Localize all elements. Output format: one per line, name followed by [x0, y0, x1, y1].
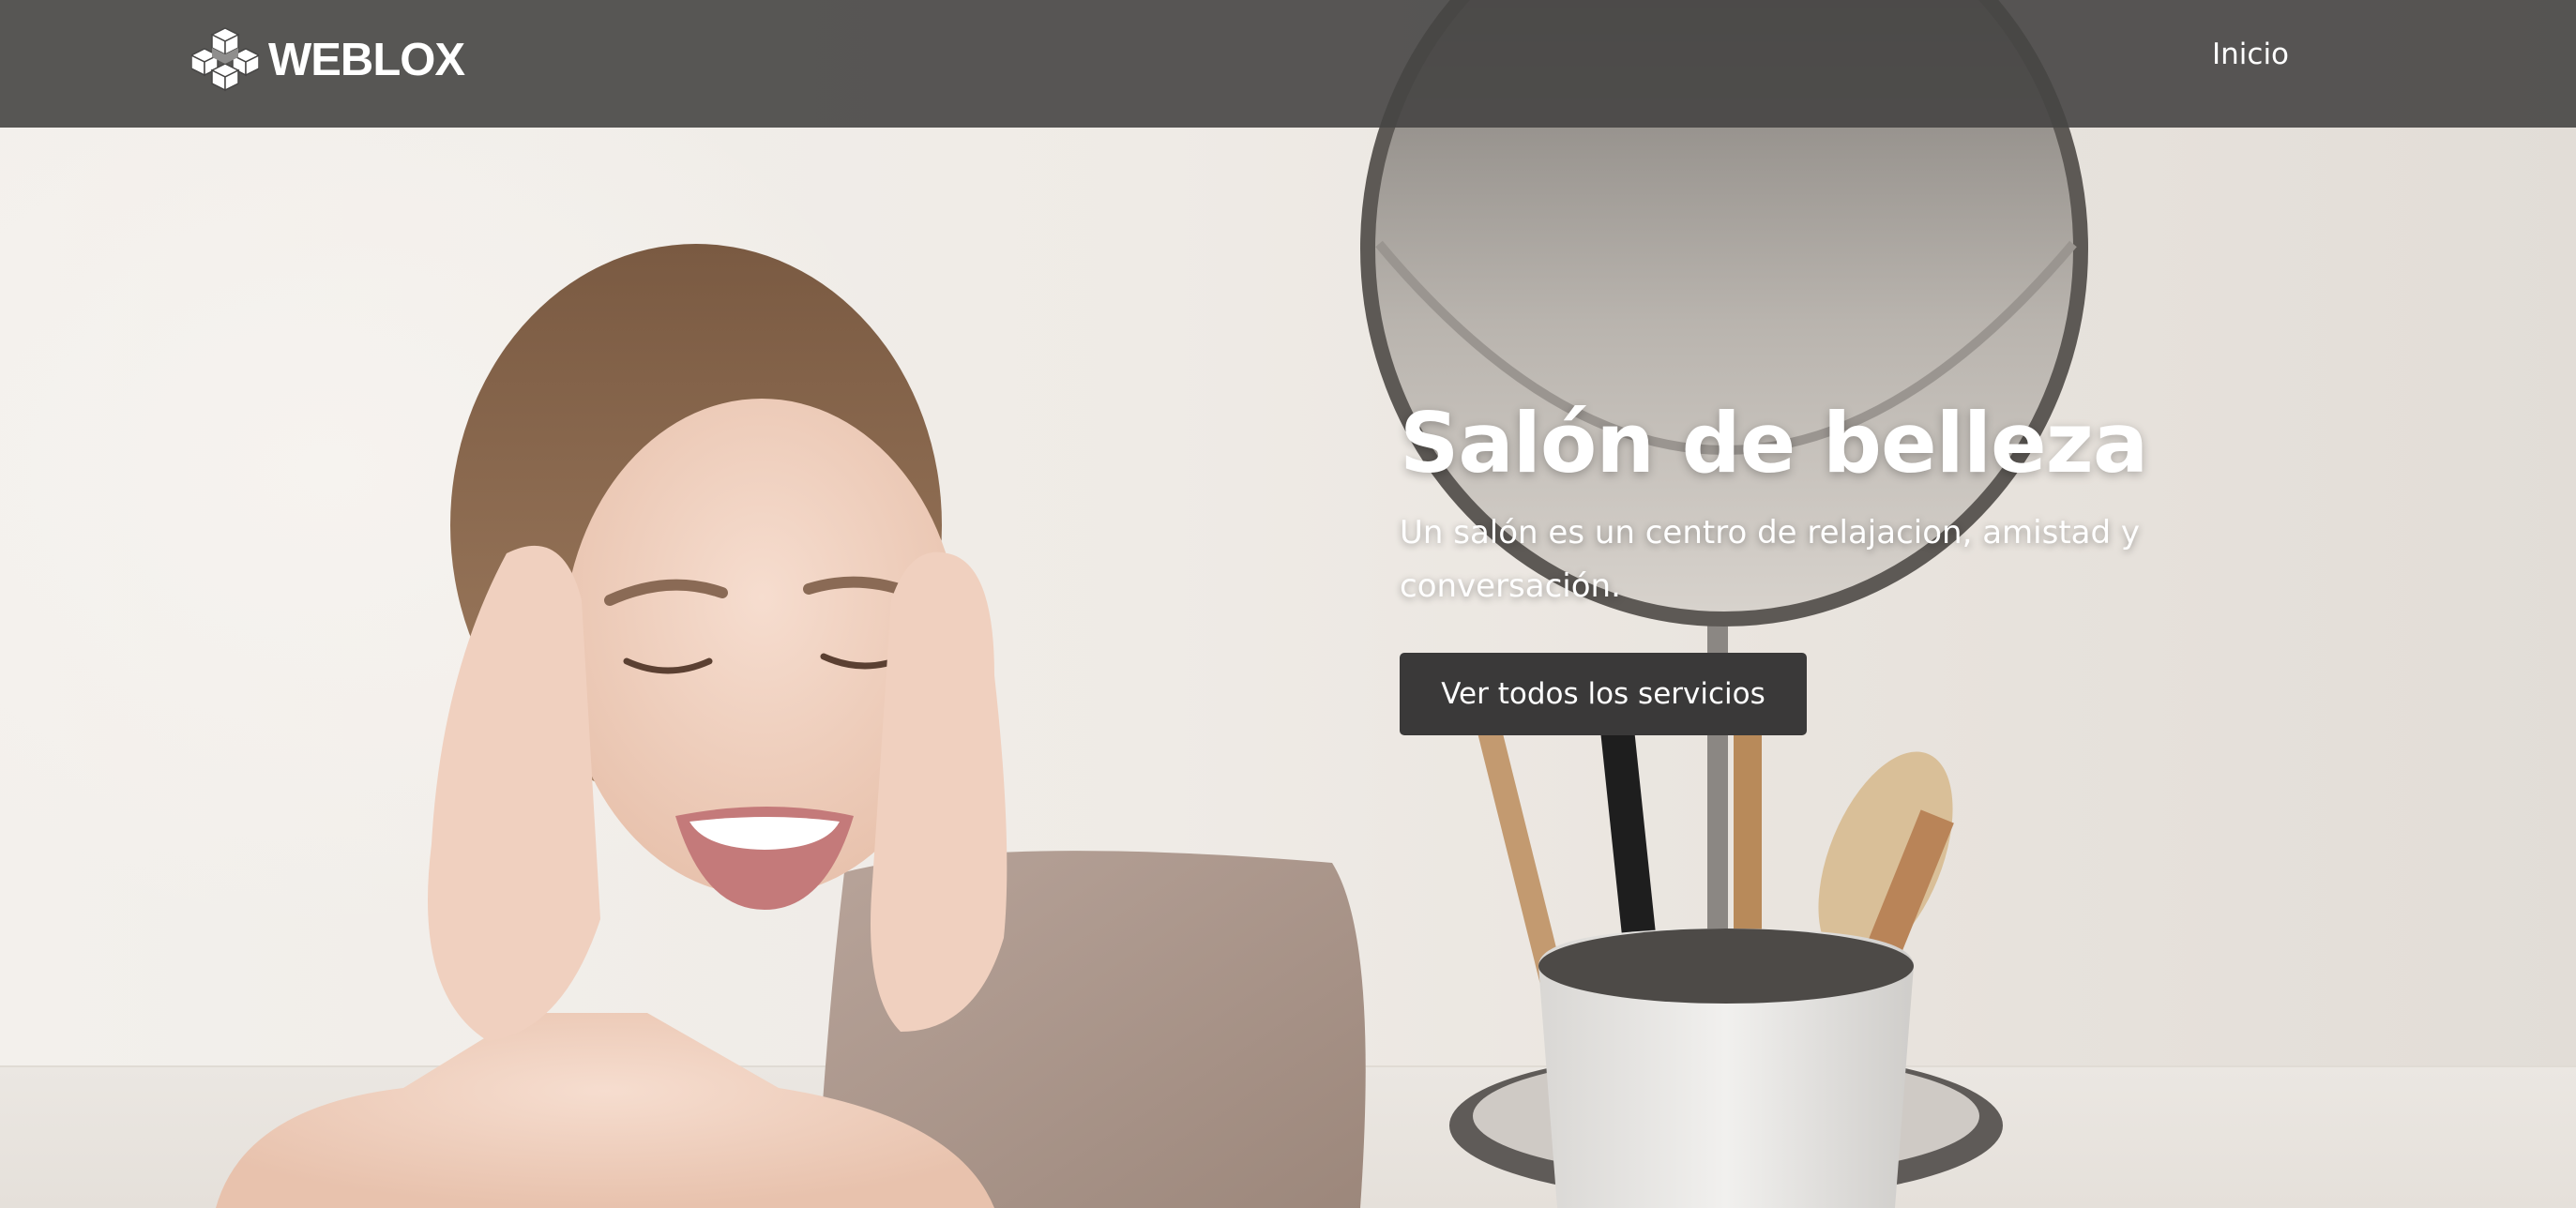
- site-header: WEBLOX Inicio: [0, 0, 2576, 128]
- page: WEBLOX Inicio Salón de belleza Un salón …: [0, 0, 2576, 1208]
- brand-name: WEBLOX: [268, 35, 465, 85]
- nav-link-inicio[interactable]: Inicio: [2212, 38, 2289, 71]
- hero-section: Salón de belleza Un salón es un centro d…: [1400, 392, 2300, 735]
- hero-subtitle: Un salón es un centro de relajacion, ami…: [1400, 514, 2140, 605]
- hero-title: Salón de belleza: [1400, 395, 2148, 491]
- brand-logo[interactable]: WEBLOX: [191, 24, 465, 96]
- view-services-button[interactable]: Ver todos los servicios: [1400, 653, 1807, 735]
- cube-logo-icon: [191, 27, 259, 92]
